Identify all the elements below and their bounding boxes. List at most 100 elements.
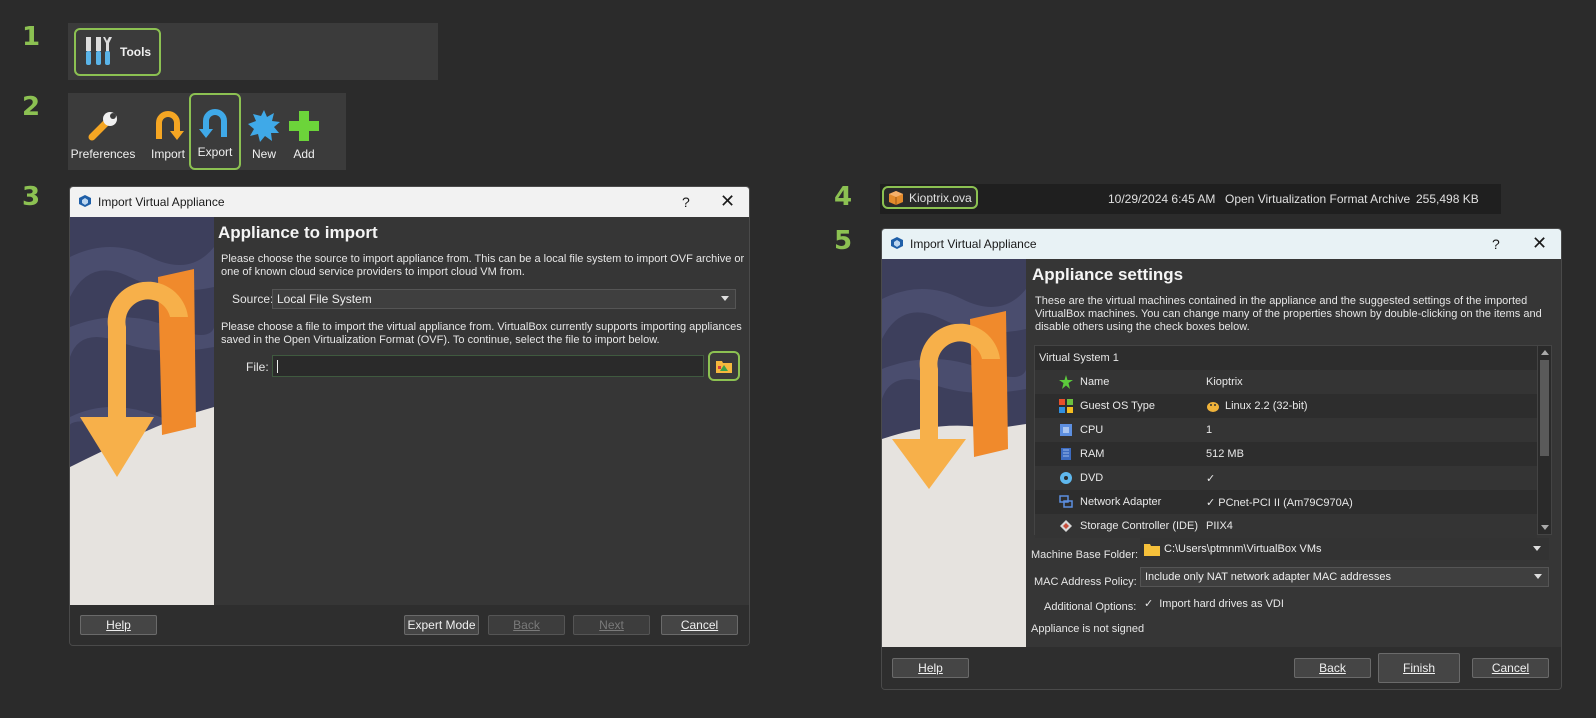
virtual-system-header[interactable]: Virtual System 1 [1035, 346, 1537, 370]
step-number-5: 5 [834, 226, 853, 256]
import-vdi-label: Import hard drives as VDI [1159, 597, 1284, 610]
tools-button[interactable]: Tools [74, 28, 161, 76]
table-row[interactable]: Network Adapter ✓ PCnet-PCI II (Am79C970… [1035, 490, 1537, 514]
intro-line-1: Please choose the source to import appli… [221, 253, 745, 265]
main-toolbar: Preferences Import Export New Add [68, 93, 346, 170]
table-row[interactable]: Name Kioptrix [1035, 370, 1537, 394]
chevron-down-icon [1534, 574, 1542, 579]
row-value[interactable]: ✓ PCnet-PCI II (Am79C970A) [1206, 496, 1353, 509]
next-button[interactable]: Next [573, 615, 650, 635]
new-label: New [251, 147, 276, 161]
row-value: Linux 2.2 (32-bit) [1225, 400, 1308, 412]
table-row[interactable]: CPU 1 [1035, 418, 1537, 442]
back-button[interactable]: Back [488, 615, 565, 635]
dialog-title: Import Virtual Appliance [98, 195, 225, 209]
close-icon[interactable]: ✕ [720, 191, 735, 212]
help-button[interactable]: Help [80, 615, 157, 635]
intro-line-2: one of known cloud service providers to … [221, 266, 525, 278]
network-adapter-icon [1059, 495, 1073, 508]
checkmark-icon: ✓ [1144, 598, 1154, 610]
tools-label: Tools [120, 45, 152, 59]
file-path-input[interactable] [272, 355, 704, 377]
add-button[interactable]: Add [286, 93, 322, 170]
dialog-title: Import Virtual Appliance [910, 237, 1037, 251]
dialog-footer: Help Expert Mode Back Next Cancel [70, 605, 749, 645]
table-row[interactable]: Storage Controller (IDE) PIIX4 [1035, 514, 1537, 538]
row-value: PIIX4 [1206, 520, 1233, 532]
import-vdi-checkbox[interactable]: ✓ Import hard drives as VDI [1144, 597, 1284, 611]
virtual-system-table[interactable]: Virtual System 1 Name Kioptrix Guest OS … [1034, 345, 1552, 538]
add-label: Add [293, 147, 315, 161]
file-text-line-2: saved in the Open Virtualization Format … [221, 334, 660, 346]
scroll-down-icon[interactable] [1541, 525, 1549, 530]
page-heading: Appliance settings [1032, 265, 1184, 284]
scroll-up-icon[interactable] [1541, 350, 1549, 355]
wizard-side-artwork [70, 217, 214, 607]
add-plus-icon [289, 111, 319, 141]
row-key: Storage Controller (IDE) [1080, 520, 1198, 532]
file-date: 10/29/2024 6:45 AM [1108, 192, 1216, 206]
row-key: Name [1080, 376, 1110, 388]
scroll-thumb[interactable] [1540, 360, 1549, 456]
finish-button[interactable]: Finish [1378, 653, 1460, 683]
base-folder-label: Machine Base Folder: [1031, 549, 1138, 561]
row-key: RAM [1080, 448, 1105, 460]
row-value: 512 MB [1206, 448, 1244, 460]
base-folder-value: C:\Users\ptmnm\VirtualBox VMs [1164, 543, 1322, 555]
kioptrix-ova-file[interactable]: Kioptrix.ova [882, 186, 978, 209]
cancel-button[interactable]: Cancel [1472, 658, 1549, 678]
finish-button-label: Finish [1402, 661, 1435, 675]
file-label: File: [246, 360, 269, 374]
expert-mode-button[interactable]: Expert Mode [404, 615, 479, 635]
file-explorer-row: Kioptrix.ova 10/29/2024 6:45 AM Open Vir… [880, 184, 1501, 214]
back-button-label: Back [1319, 661, 1346, 675]
help-icon[interactable]: ? [1492, 236, 1500, 252]
intro-line-1: These are the virtual machines contained… [1035, 295, 1528, 307]
linux-icon [1207, 402, 1219, 412]
chevron-down-icon [721, 296, 729, 301]
help-button-label: Help [918, 661, 943, 675]
ova-package-icon [889, 190, 903, 205]
table-row[interactable]: DVD ✓ [1035, 466, 1537, 490]
table-row[interactable]: Guest OS Type Linux 2.2 (32-bit) [1035, 394, 1537, 418]
new-button[interactable]: New [246, 93, 282, 170]
virtualbox-icon [890, 236, 904, 253]
browse-file-button[interactable] [708, 351, 740, 381]
next-button-label: Next [599, 618, 624, 632]
close-icon[interactable]: ✕ [1532, 233, 1547, 254]
mac-policy-combobox[interactable]: Include only NAT network adapter MAC add… [1140, 567, 1549, 587]
row-value[interactable]: ✓ [1206, 472, 1215, 485]
help-icon[interactable]: ? [682, 194, 690, 210]
row-key: DVD [1080, 472, 1104, 484]
tools-icon [84, 35, 114, 70]
import-dialog-step3: Import Virtual Appliance ? ✕ Appliance t… [69, 186, 750, 646]
help-button[interactable]: Help [892, 658, 969, 678]
table-scrollbar[interactable] [1537, 346, 1551, 534]
ram-icon [1061, 448, 1071, 460]
source-combobox[interactable]: Local File System [272, 289, 736, 309]
base-folder-combobox[interactable]: C:\Users\ptmnm\VirtualBox VMs [1140, 538, 1549, 560]
intro-text: Please choose the source to import appli… [221, 253, 744, 279]
mac-policy-value: Include only NAT network adapter MAC add… [1145, 571, 1391, 583]
import-arrow-icon [156, 111, 184, 140]
row-value-wrap: Linux 2.2 (32-bit) [1206, 399, 1308, 413]
step-number-2: 2 [22, 92, 41, 122]
back-button[interactable]: Back [1294, 658, 1371, 678]
import-button[interactable]: Import [148, 93, 188, 170]
row-key: Guest OS Type [1080, 400, 1156, 412]
preferences-label: Preferences [70, 147, 136, 161]
page-heading: Appliance to import [218, 223, 378, 242]
preferences-button[interactable]: Preferences [70, 93, 136, 170]
export-button[interactable]: Export [189, 93, 241, 170]
new-star-icon [248, 110, 280, 142]
virtualbox-icon [78, 194, 92, 211]
file-size: 255,498 KB [1416, 192, 1479, 206]
signature-status: Appliance is not signed [1031, 623, 1145, 635]
name-icon [1059, 375, 1073, 389]
table-row[interactable]: RAM 512 MB [1035, 442, 1537, 466]
step-number-1: 1 [22, 22, 41, 52]
import-label: Import [150, 147, 185, 161]
row-key: Network Adapter [1080, 496, 1162, 508]
dvd-icon [1060, 472, 1072, 484]
cancel-button[interactable]: Cancel [661, 615, 738, 635]
